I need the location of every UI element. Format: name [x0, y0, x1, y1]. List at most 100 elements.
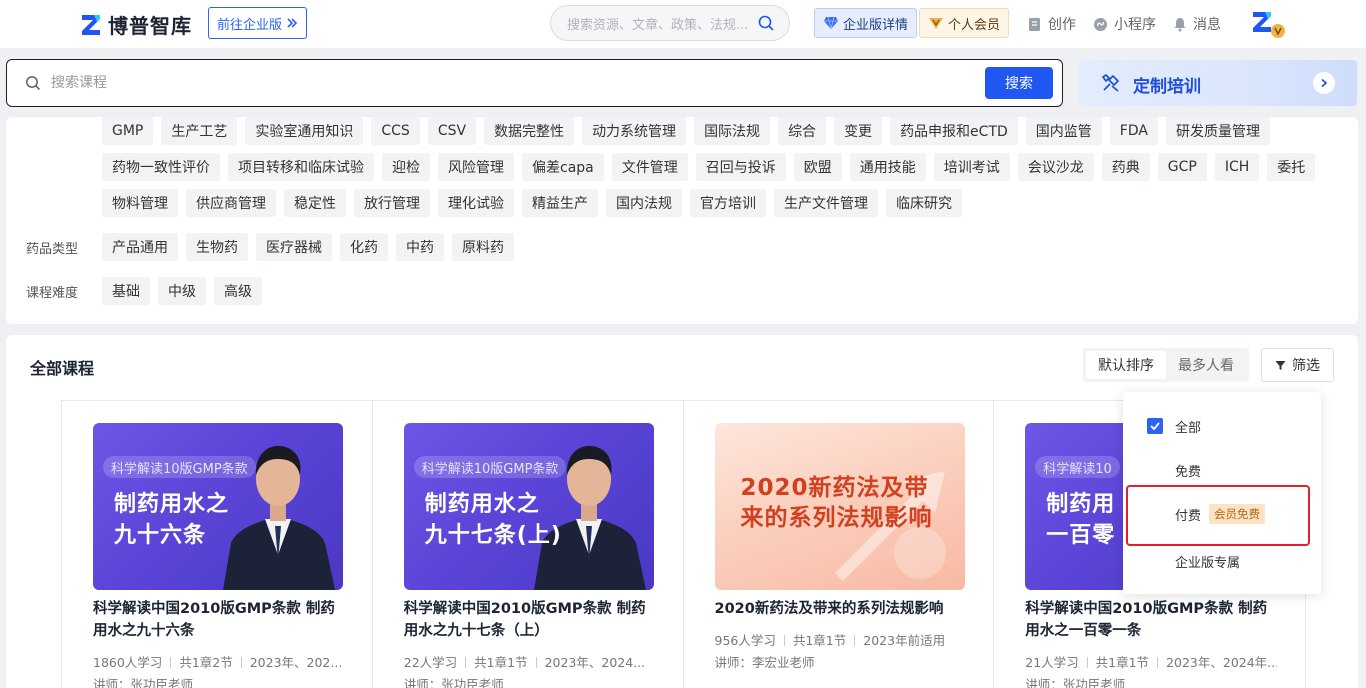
topic-tags-row-1: GMP 生产工艺 实验室通用知识 CCS CSV 数据完整性 动力系统管理 国际…: [6, 117, 1270, 145]
course-meta: 956人学习 共1章1节 2023年前适用: [715, 630, 967, 649]
nav-create[interactable]: 创作: [1028, 14, 1076, 34]
filter-option-enterprise[interactable]: 企业版专属: [1175, 552, 1240, 571]
applicable-years: 2023年、202...: [249, 655, 343, 670]
course-title[interactable]: 2020新药法及带来的系列法规影响: [715, 598, 967, 620]
thumbnail-title-line: 制药用水之: [114, 492, 230, 517]
course-search-input[interactable]: [51, 70, 951, 96]
difficulty-tag[interactable]: 中级: [158, 277, 206, 305]
checkbox-checked[interactable]: [1147, 418, 1163, 434]
topic-tag[interactable]: CSV: [427, 117, 477, 145]
topic-tag[interactable]: 供应商管理: [186, 189, 276, 217]
topic-tag[interactable]: 数据完整性: [484, 117, 575, 145]
course-thumbnail[interactable]: 科学解读10版GMP条款 制药用水之 九十七条(上): [403, 423, 654, 590]
filter-option-all[interactable]: 全部: [1175, 417, 1201, 436]
topic-tag[interactable]: 研发质量管理: [1165, 117, 1270, 145]
drug-type-tag[interactable]: 产品通用: [102, 233, 178, 261]
topic-tag[interactable]: 放行管理: [354, 189, 430, 217]
double-chevron-right-icon: [287, 18, 298, 28]
topic-tag[interactable]: 官方培训: [690, 189, 766, 217]
topic-tag[interactable]: GMP: [102, 117, 154, 145]
go-enterprise-button[interactable]: 前往企业版: [208, 7, 308, 39]
topic-tag[interactable]: FDA: [1109, 117, 1158, 145]
course-meta: 21人学习 共1章1节 2023年、2024年...: [1025, 652, 1277, 671]
course-card[interactable]: 2020新药法及带 来的系列法规影响 2020新药法及带来的系列法规影响 956…: [684, 401, 995, 688]
topic-tag[interactable]: 理化试验: [438, 189, 514, 217]
topic-tag[interactable]: 生产文件管理: [774, 189, 878, 217]
course-title[interactable]: 科学解读中国2010版GMP条款 制药用水之九十六条: [93, 598, 345, 642]
topic-tag[interactable]: 变更: [834, 117, 883, 145]
global-search-input[interactable]: 搜索资源、文章、政策、法规...: [550, 5, 790, 41]
topic-tag[interactable]: 会议沙龙: [1017, 153, 1094, 181]
course-search-bar: 搜索: [6, 59, 1063, 107]
user-avatar[interactable]: [1250, 8, 1286, 40]
brand-logo[interactable]: 博普智库: [80, 10, 192, 39]
topic-tag[interactable]: 稳定性: [284, 189, 346, 217]
topic-tags-row-2: 药物一致性评价 项目转移和临床试验 迎检 风险管理 偏差capa 文件管理 召回…: [6, 153, 1316, 181]
nav-messages[interactable]: 消息: [1173, 14, 1221, 34]
topic-tag[interactable]: 临床研究: [886, 189, 962, 217]
topic-tag[interactable]: 综合: [778, 117, 827, 145]
topic-tag[interactable]: 培训考试: [933, 153, 1010, 181]
topic-tag[interactable]: CCS: [371, 117, 420, 145]
course-search-button[interactable]: 搜索: [985, 67, 1053, 99]
drug-type-tag[interactable]: 化药: [340, 233, 388, 261]
topic-tag[interactable]: 生产工艺: [161, 117, 238, 145]
topic-tag[interactable]: 委托: [1267, 153, 1316, 181]
course-title[interactable]: 科学解读中国2010版GMP条款 制药用水之九十七条（上）: [404, 598, 656, 642]
difficulty-tag[interactable]: 高级: [214, 277, 262, 305]
drug-type-tag[interactable]: 中药: [396, 233, 444, 261]
course-card[interactable]: 科学解读10版GMP条款 制药用水之 九十七条(上) 科学解读中国2010版GM…: [373, 401, 684, 688]
drug-type-tag[interactable]: 原料药: [452, 233, 514, 261]
difficulty-tag[interactable]: 基础: [102, 277, 150, 305]
course-card-list: 科学解读10版GMP条款 制药用水之 九十六条 科学解读中国2010版GMP条款…: [61, 400, 1306, 688]
course-thumbnail[interactable]: 2020新药法及带 来的系列法规影响: [714, 423, 965, 590]
topic-tag[interactable]: 药物一致性评价: [102, 153, 220, 181]
topic-tag[interactable]: 实验室通用知识: [245, 117, 364, 145]
filter-button-label: 筛选: [1292, 358, 1320, 374]
learner-count: 22人学习: [403, 655, 458, 670]
topic-tag[interactable]: 文件管理: [611, 153, 688, 181]
topic-tag[interactable]: 动力系统管理: [582, 117, 687, 145]
difficulty-label: 课程难度: [26, 285, 79, 301]
enterprise-detail-button[interactable]: 企业版详情: [814, 8, 918, 38]
personal-member-button[interactable]: 个人会员: [919, 8, 1010, 38]
sort-default-option[interactable]: 默认排序: [1086, 351, 1166, 379]
go-enterprise-label: 前往企业版: [217, 17, 283, 33]
tools-icon: [1102, 74, 1119, 92]
drug-type-tag[interactable]: 生物药: [186, 233, 248, 261]
nav-mini-program[interactable]: 小程序: [1093, 14, 1156, 34]
course-title[interactable]: 科学解读中国2010版GMP条款 制药用水之一百零一条: [1025, 598, 1277, 642]
course-meta: 22人学习 共1章1节 2023年、2024...: [404, 652, 656, 671]
filter-option-free[interactable]: 免费: [1175, 461, 1201, 480]
course-thumbnail[interactable]: 科学解读10版GMP条款 制药用水之 九十六条: [93, 423, 343, 590]
custom-training-banner[interactable]: 定制培训: [1079, 60, 1357, 106]
topic-tag[interactable]: 精益生产: [522, 189, 598, 217]
topic-tag[interactable]: 欧盟: [793, 153, 842, 181]
topic-tag[interactable]: 通用技能: [849, 153, 926, 181]
topic-tag[interactable]: 偏差capa: [522, 153, 604, 181]
sort-popular-option[interactable]: 最多人看: [1166, 351, 1246, 379]
search-icon[interactable]: [758, 15, 775, 32]
topic-tag[interactable]: 药品申报和eCTD: [890, 117, 1018, 145]
topic-tag[interactable]: ICH: [1214, 153, 1260, 181]
topic-tag[interactable]: GCP: [1157, 153, 1207, 181]
topic-tag[interactable]: 物料管理: [102, 189, 178, 217]
vip-badge-icon: [929, 18, 943, 29]
topic-tag[interactable]: 项目转移和临床试验: [228, 153, 374, 181]
filter-button[interactable]: 筛选: [1261, 348, 1334, 382]
topic-tag[interactable]: 召回与投诉: [695, 153, 786, 181]
topic-tag[interactable]: 国际法规: [694, 117, 771, 145]
drug-type-tag[interactable]: 医疗器械: [256, 233, 332, 261]
topic-tag[interactable]: 风险管理: [438, 153, 514, 181]
training-arrow-button[interactable]: [1313, 72, 1335, 94]
filter-option-label: 全部: [1175, 421, 1202, 436]
course-card[interactable]: 科学解读10版GMP条款 制药用水之 九十六条 科学解读中国2010版GMP条款…: [62, 401, 373, 688]
thumbnail-title-line: 制药用水之: [424, 492, 540, 517]
topic-tags-row-3: 物料管理 供应商管理 稳定性 放行管理 理化试验 精益生产 国内法规 官方培训 …: [6, 189, 962, 217]
topic-tag[interactable]: 药典: [1101, 153, 1150, 181]
topic-tag[interactable]: 国内法规: [606, 189, 682, 217]
chapter-count: 共1章1节: [792, 633, 847, 648]
topic-tag[interactable]: 迎检: [382, 153, 430, 181]
topic-tag[interactable]: 国内监管: [1025, 117, 1102, 145]
course-lecturer: 讲师：张功臣老师: [403, 677, 504, 688]
